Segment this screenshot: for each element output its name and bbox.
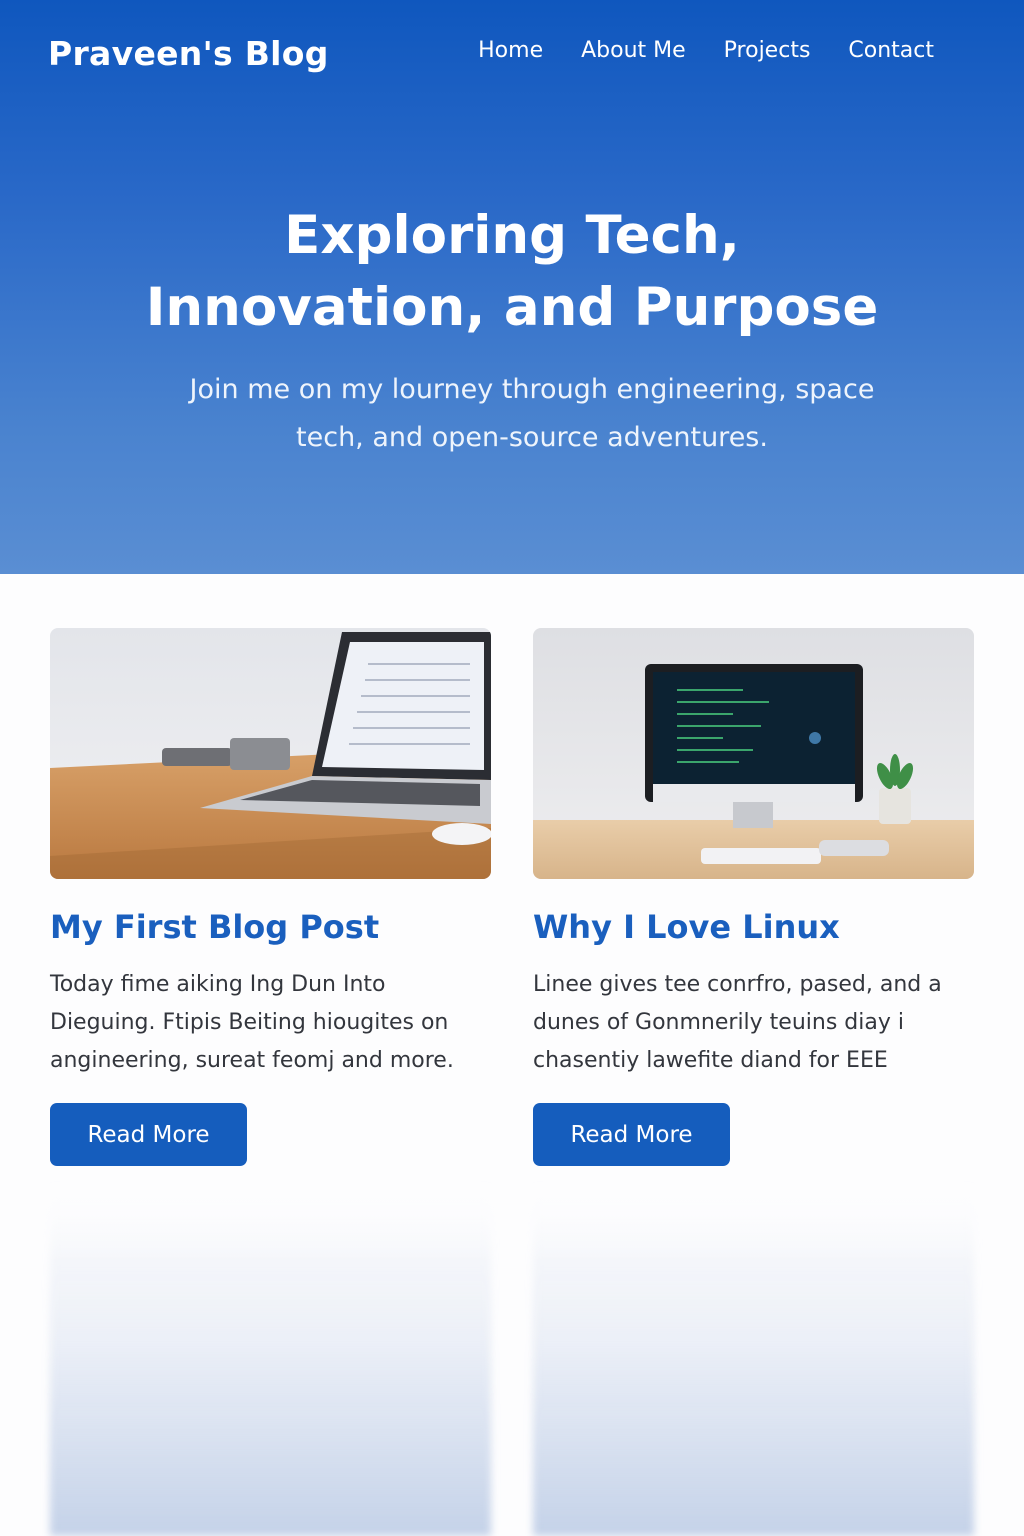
nav-projects-link[interactable]: Projects: [724, 38, 811, 63]
blog-page: Praveen's Blog Home About Me Projects Co…: [0, 0, 1024, 1536]
post-excerpt: Today fime aiking Ing Dun Into Dieguing.…: [50, 972, 454, 1073]
post-thumbnail[interactable]: [533, 628, 974, 879]
post-thumbnail[interactable]: [50, 628, 491, 879]
read-more-button[interactable]: Read More: [533, 1103, 730, 1166]
post-title[interactable]: Why I Love Linux: [533, 908, 840, 946]
post-excerpt: Linee gives tee conrfro, pased, and a du…: [533, 972, 942, 1073]
nav-contact-link[interactable]: Contact: [848, 38, 934, 63]
post-card-why-i-love-linux: Why I Love Linux Linee gives tee conrfro…: [533, 628, 974, 1166]
post-title[interactable]: My First Blog Post: [50, 908, 379, 946]
read-more-button[interactable]: Read More: [50, 1103, 247, 1166]
nav-home-link[interactable]: Home: [478, 38, 543, 63]
laptop-icon: [50, 628, 491, 879]
nav-about-link[interactable]: About Me: [581, 38, 686, 63]
desktop-monitor-icon: [533, 628, 974, 879]
site-brand[interactable]: Praveen's Blog: [48, 34, 329, 73]
main-nav: Home About Me Projects Contact: [478, 38, 934, 63]
hero-section: Praveen's Blog Home About Me Projects Co…: [0, 0, 1024, 574]
post-card-first-blog-post: My First Blog Post Today fime aiking Ing…: [50, 628, 491, 1166]
hero-title: Exploring Tech, Innovation, and Purpose: [145, 205, 879, 338]
fade-overlay: [0, 1184, 1024, 1264]
hero-subtitle: Join me on my lourney through engineerin…: [189, 374, 875, 453]
